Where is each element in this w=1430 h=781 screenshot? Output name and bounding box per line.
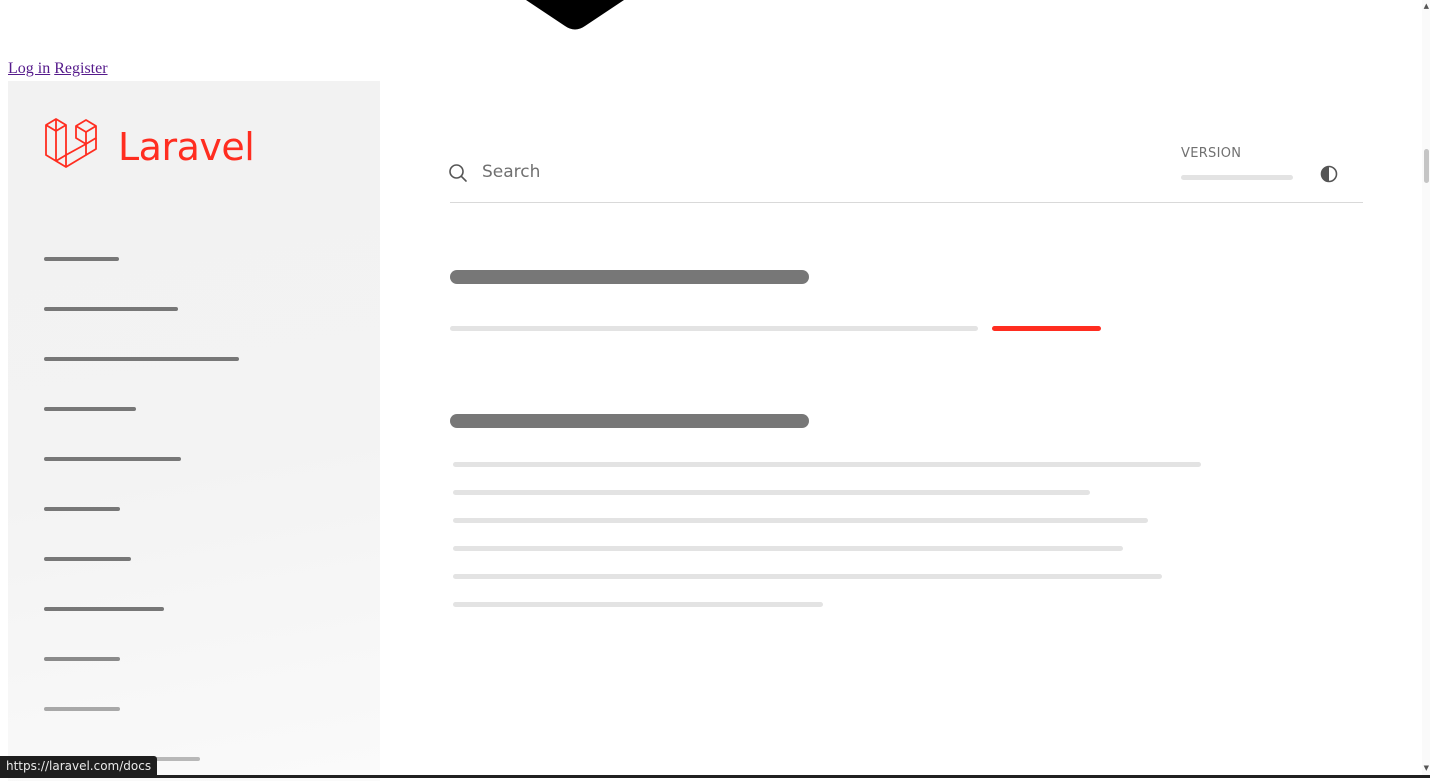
nav-item-placeholder[interactable] bbox=[44, 507, 120, 511]
scrollbar[interactable]: ▲ ▼ bbox=[1422, 0, 1430, 778]
version-selector[interactable] bbox=[1181, 175, 1293, 180]
laravel-logo-icon bbox=[45, 118, 97, 168]
nav-item-placeholder[interactable] bbox=[44, 607, 164, 611]
register-link[interactable]: Register bbox=[54, 60, 107, 77]
text-skeleton bbox=[453, 518, 1148, 523]
laravel-logo[interactable]: Laravel bbox=[44, 117, 255, 177]
nav-item-placeholder[interactable] bbox=[44, 457, 181, 461]
search-bar[interactable]: Search VERSION bbox=[449, 141, 1363, 203]
scroll-up-icon[interactable]: ▲ bbox=[1424, 2, 1429, 10]
accent-skeleton bbox=[992, 326, 1101, 331]
text-skeleton bbox=[453, 462, 1201, 467]
heading-skeleton bbox=[450, 414, 809, 428]
brand-name: Laravel bbox=[118, 125, 255, 169]
scrollbar-thumb[interactable] bbox=[1424, 149, 1429, 183]
nav-item-placeholder[interactable] bbox=[44, 657, 120, 661]
scroll-down-icon[interactable]: ▼ bbox=[1424, 764, 1429, 772]
auth-links: Log in Register bbox=[8, 60, 108, 78]
nav-item-placeholder[interactable] bbox=[44, 357, 239, 361]
sidebar: Laravel bbox=[8, 81, 380, 781]
nav-item-placeholder[interactable] bbox=[44, 307, 178, 311]
nav-item-placeholder[interactable] bbox=[44, 557, 131, 561]
login-link[interactable]: Log in bbox=[8, 60, 50, 77]
top-decorative-shape bbox=[526, 0, 624, 30]
nav-item-placeholder[interactable] bbox=[44, 707, 120, 711]
text-skeleton bbox=[453, 490, 1090, 495]
text-skeleton bbox=[453, 546, 1123, 551]
nav-item-placeholder[interactable] bbox=[44, 257, 119, 261]
contrast-icon[interactable] bbox=[1320, 165, 1338, 183]
text-skeleton bbox=[453, 602, 823, 607]
nav-item-placeholder[interactable] bbox=[44, 407, 136, 411]
status-url: https://laravel.com/docs bbox=[0, 756, 158, 778]
search-icon bbox=[449, 164, 467, 182]
text-skeleton bbox=[453, 574, 1162, 579]
version-label: VERSION bbox=[1181, 146, 1242, 161]
text-skeleton bbox=[450, 326, 978, 331]
search-placeholder[interactable]: Search bbox=[482, 162, 540, 182]
heading-skeleton bbox=[450, 270, 809, 284]
